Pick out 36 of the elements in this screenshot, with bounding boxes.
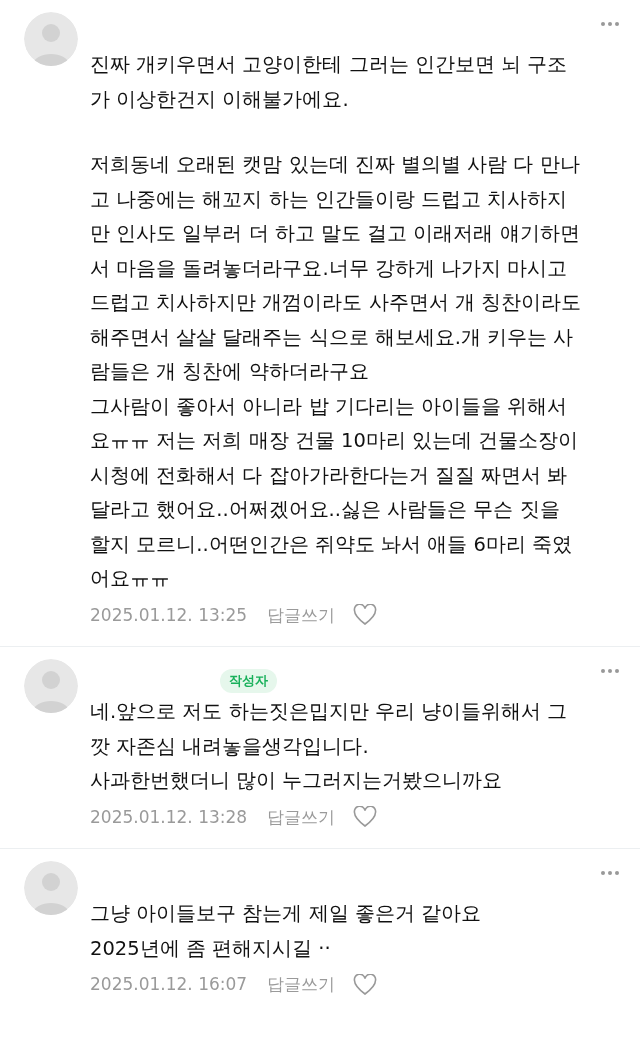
comment-text-line: 할지 모르니..어떤인간은 쥐약도 놔서 애들 6마리 죽였: [90, 531, 573, 558]
avatar-icon: [24, 861, 78, 915]
comment-text-line: 드럽고 치사하지만 개껌이라도 사주면서 개 칭찬이라도: [90, 290, 582, 316]
more-icon[interactable]: [600, 667, 620, 675]
more-icon[interactable]: [600, 20, 620, 28]
reply-link[interactable]: 답글쓰기: [267, 804, 336, 830]
comment-date: 2025.01.12. 16:07: [90, 973, 248, 996]
comment-text-line: 그냥 아이들보구 참는게 제일 좋은거 같아요: [90, 901, 482, 927]
comment-text-line: 해주면서 살살 달래주는 식으로 해보세요.개 키우는 사: [90, 324, 575, 351]
comment-text-line: 달라고 했어요..어쩌겠어요..싫은 사람들은 무슨 짓을: [90, 497, 561, 523]
comment-text-line: 서 마음을 돌려놓더라구요.너무 강하게 나가지 마시고: [90, 255, 569, 282]
comment-text-line: 사과한번했더니 많이 누그러지는거봤으니까요: [90, 768, 504, 794]
reply-link[interactable]: 답글쓰기: [267, 972, 336, 998]
comment-text-line: 2025년에 좀 편해지시길 ··: [90, 935, 332, 962]
comment-text-line: 저희동네 오래된 캣맘 있는데 진짜 별의별 사람 다 만나: [90, 152, 581, 178]
comment-text-line: 고 나중에는 해꼬지 하는 인간들이랑 드럽고 치사하지: [90, 186, 569, 213]
comment-text-line: 진짜 개키우면서 고양이한테 그러는 인간보면 뇌 구조: [90, 52, 569, 78]
comment-text-line: 깟 자존심 내려놓을생각입니다.: [90, 733, 370, 760]
author-badge: 작성자: [220, 669, 277, 693]
reply-link[interactable]: 답글쓰기: [267, 602, 336, 628]
comment-text-line: 람들은 개 칭찬에 약하더라구요: [90, 359, 370, 385]
avatar-icon: [24, 659, 78, 713]
comment-text-line: 어요ㅠㅠ: [90, 566, 171, 592]
comment-text-line: 그사람이 좋아서 아니라 밥 기다리는 아이들을 위해서: [90, 393, 569, 420]
heart-icon[interactable]: [353, 604, 378, 627]
more-icon[interactable]: [600, 869, 620, 877]
comment-text-line: 가 이상한건지 이해불가에요.: [90, 86, 350, 113]
comment-text-line: 시청에 전화해서 다 잡아가라한다는거 질질 짜면서 봐: [90, 462, 569, 489]
comment-text-line: 요ㅠㅠ 저는 저희 매장 건물 10마리 있는데 건물소장이: [90, 428, 580, 454]
comment-date: 2025.01.12. 13:28: [90, 805, 248, 829]
heart-icon[interactable]: [353, 973, 378, 996]
heart-icon[interactable]: [353, 806, 378, 829]
comment-date: 2025.01.12. 13:25: [90, 603, 248, 627]
comment-text-line: 네.앞으로 저도 하는짓은밉지만 우리 냥이들위해서 그: [90, 699, 569, 725]
avatar-icon: [24, 12, 78, 66]
comment-text-line: 만 인사도 일부러 더 하고 말도 걸고 이래저래 얘기하면: [90, 221, 581, 247]
